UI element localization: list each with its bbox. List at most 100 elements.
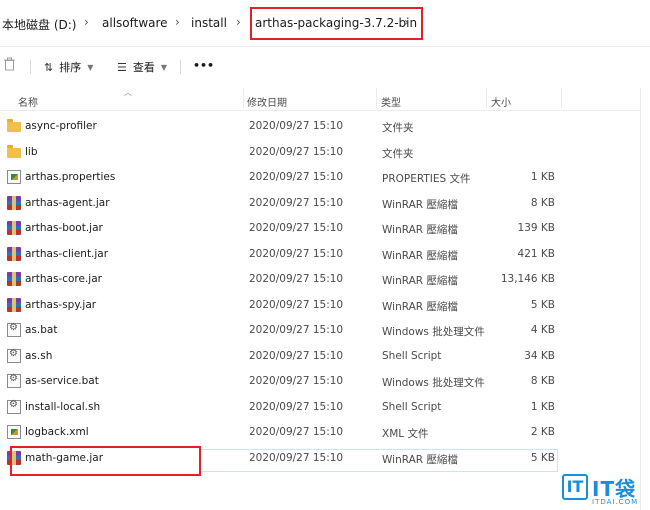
chevron-down-icon: ▼ <box>160 62 168 72</box>
column-header-date[interactable]: 修改日期 <box>247 94 287 109</box>
shell-script-icon <box>7 399 21 414</box>
winrar-archive-icon <box>7 195 21 210</box>
sort-arrows-icon: ⇅ <box>44 60 54 74</box>
file-name: arthas-client.jar <box>25 247 109 260</box>
file-name: arthas-agent.jar <box>25 196 110 209</box>
column-divider[interactable] <box>243 88 244 108</box>
more-options-button[interactable]: ••• <box>193 59 214 72</box>
file-name: arthas-core.jar <box>25 273 102 285</box>
file-row[interactable]: lib 2020/09/27 15:10 文件夹 <box>0 140 650 166</box>
site-watermark: IT IT袋 ITDAI.COM <box>560 472 650 510</box>
file-name: logback.xml <box>25 426 89 438</box>
breadcrumb-install[interactable]: install <box>191 16 227 30</box>
properties-file-icon <box>7 170 21 184</box>
file-size: 13,146 KB <box>500 273 555 285</box>
file-date: 2020/09/27 15:10 <box>249 298 344 311</box>
file-date: 2020/09/27 15:10 <box>249 222 344 234</box>
file-row[interactable]: arthas.properties 2020/09/27 15:10 PROPE… <box>0 165 650 191</box>
file-date: 2020/09/27 15:10 <box>249 273 344 285</box>
file-row[interactable]: as-service.bat 2020/09/27 15:10 Windows … <box>0 369 650 395</box>
file-name: install-local.sh <box>25 400 101 413</box>
watermark-logo-icon: IT <box>562 474 588 500</box>
file-name: arthas-spy.jar <box>25 298 97 311</box>
file-date: 2020/09/27 15:10 <box>249 145 344 158</box>
delete-button[interactable] <box>3 57 16 71</box>
file-row[interactable]: install-local.sh 2020/09/27 15:10 Shell … <box>0 395 650 421</box>
winrar-archive-icon <box>7 221 21 235</box>
file-row[interactable]: arthas-agent.jar 2020/09/27 15:10 WinRAR… <box>0 191 650 217</box>
file-name: as.bat <box>25 324 58 336</box>
file-row[interactable]: logback.xml 2020/09/27 15:10 XML 文件 2 KB <box>0 420 650 446</box>
file-name: as.sh <box>25 349 53 362</box>
chevron-right-icon[interactable]: › <box>175 15 180 29</box>
column-header-name[interactable]: 名称 <box>18 94 38 109</box>
folder-icon <box>7 119 21 132</box>
file-size: 2 KB <box>530 426 555 438</box>
file-row[interactable]: arthas-core.jar 2020/09/27 15:10 WinRAR … <box>0 267 650 293</box>
vertical-scrollbar[interactable] <box>640 88 650 510</box>
file-size: 4 KB <box>530 324 555 336</box>
list-view-icon: ☰ <box>117 60 127 74</box>
batch-file-icon <box>7 322 21 337</box>
file-date: 2020/09/27 15:10 <box>249 426 344 438</box>
file-type: Shell Script <box>382 400 442 413</box>
file-date: 2020/09/27 15:10 <box>249 120 344 132</box>
column-header-size[interactable]: 大小 <box>491 94 511 109</box>
file-type: WinRAR 壓縮檔 <box>382 198 458 211</box>
file-name: lib <box>25 145 38 158</box>
folder-icon <box>7 144 21 158</box>
file-name: arthas.properties <box>25 171 116 183</box>
watermark-url: ITDAI.COM <box>592 498 639 506</box>
address-bar: 本地磁盘 (D:) › allsoftware › install › arth… <box>0 0 650 44</box>
file-size: 139 KB <box>517 222 555 234</box>
sort-button[interactable]: ⇅ 排序 ▼ <box>44 59 93 75</box>
file-size: 8 KB <box>530 196 555 209</box>
file-size: 421 KB <box>517 247 555 260</box>
trash-icon <box>4 57 15 71</box>
winrar-archive-icon <box>7 246 21 261</box>
file-date: 2020/09/27 15:10 <box>249 375 344 387</box>
view-label: 查看 <box>132 61 155 74</box>
file-list: async-profiler 2020/09/27 15:10 文件夹 lib … <box>0 114 650 471</box>
file-name: arthas-boot.jar <box>25 222 103 234</box>
view-button[interactable]: ☰ 查看 ▼ <box>117 59 167 75</box>
file-size: 34 KB <box>524 349 555 362</box>
file-row[interactable]: arthas-client.jar 2020/09/27 15:10 WinRA… <box>0 242 650 268</box>
file-type: WinRAR 壓縮檔 <box>382 224 458 236</box>
file-date: 2020/09/27 15:10 <box>249 400 344 413</box>
column-divider[interactable] <box>561 88 562 108</box>
breadcrumb-allsoftware[interactable]: allsoftware <box>102 16 168 30</box>
chevron-right-icon[interactable]: › <box>236 15 241 29</box>
file-type: WinRAR 壓縮檔 <box>382 275 458 287</box>
file-row[interactable]: arthas-spy.jar 2020/09/27 15:10 WinRAR 壓… <box>0 293 650 319</box>
column-divider[interactable] <box>486 88 487 108</box>
file-type: 文件夹 <box>382 122 414 134</box>
winrar-archive-icon <box>7 297 21 312</box>
column-divider[interactable] <box>376 88 377 108</box>
file-type: PROPERTIES 文件 <box>382 173 471 185</box>
file-size: 1 KB <box>530 171 555 183</box>
file-type: Windows 批处理文件 <box>382 377 485 389</box>
row-selection-outline <box>200 449 558 472</box>
file-date: 2020/09/27 15:10 <box>249 324 344 336</box>
file-row[interactable]: async-profiler 2020/09/27 15:10 文件夹 <box>0 114 650 140</box>
file-type: WinRAR 壓縮檔 <box>382 249 458 262</box>
shell-script-icon <box>7 348 21 363</box>
file-size: 8 KB <box>530 375 555 387</box>
selected-file-highlight-box <box>10 446 201 476</box>
column-header-type[interactable]: 类型 <box>381 94 401 109</box>
file-type: Shell Script <box>382 349 442 362</box>
xml-file-icon <box>7 425 21 439</box>
file-size: 1 KB <box>530 400 555 413</box>
chevron-right-icon[interactable]: › <box>84 15 89 29</box>
file-type: Windows 批处理文件 <box>382 326 485 338</box>
column-header-row: ︿ 名称 修改日期 类型 大小 <box>0 86 650 111</box>
file-row[interactable]: arthas-boot.jar 2020/09/27 15:10 WinRAR … <box>0 216 650 242</box>
file-date: 2020/09/27 15:10 <box>249 349 344 362</box>
file-row[interactable]: as.sh 2020/09/27 15:10 Shell Script 34 K… <box>0 344 650 370</box>
file-type: 文件夹 <box>382 147 414 160</box>
file-row[interactable]: as.bat 2020/09/27 15:10 Windows 批处理文件 4 … <box>0 318 650 344</box>
chevron-down-icon: ▼ <box>87 62 94 72</box>
breadcrumb-drive[interactable]: 本地磁盘 (D:) <box>2 16 76 33</box>
file-date: 2020/09/27 15:10 <box>249 196 344 209</box>
